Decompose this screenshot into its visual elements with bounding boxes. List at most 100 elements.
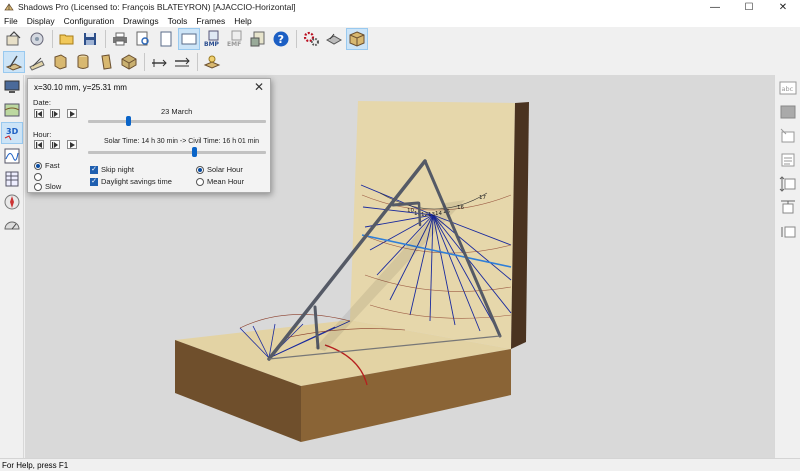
menu-display[interactable]: Display [27,16,55,26]
menu-file[interactable]: File [4,16,18,26]
menu-configuration[interactable]: Configuration [64,16,115,26]
minimize-button[interactable]: — [698,0,732,14]
curves-view-icon [4,148,20,164]
play-icon [70,141,75,148]
date-step-forward-button[interactable] [67,109,77,118]
menu-frames[interactable]: Frames [196,16,225,26]
export-bmp-button[interactable]: BMP [201,28,223,50]
sundial-3d-icon [325,33,343,45]
compass-icon [4,194,20,210]
maximize-button[interactable]: ☐ [732,0,766,14]
status-bar: For Help, press F1 [0,458,800,471]
daylight-savings-label: Daylight savings time [101,177,172,186]
mean-hour-label: Mean Hour [207,177,245,186]
menu-tools[interactable]: Tools [168,16,188,26]
svg-text:abc: abc [782,85,794,93]
3d-view-button[interactable]: 3D [1,122,23,144]
export-emf-icon: EMF [227,30,242,48]
horizontal-dial-button[interactable] [3,51,25,73]
hour-slider-track[interactable] [88,151,266,154]
list-tool-icon [781,153,795,167]
3d-view-icon: 3D [4,127,19,141]
menu-bar: File Display Configuration Drawings Tool… [0,14,800,27]
text-tool-button[interactable]: abc [777,77,799,99]
speed-fast-radio[interactable] [34,162,42,170]
date-slider-thumb[interactable] [126,116,132,126]
fill-tool-icon [780,105,796,119]
mean-hour-radio[interactable] [196,178,204,186]
box-dial-button[interactable] [49,51,71,73]
save-icon [84,33,96,45]
dialog-close-button[interactable]: ✕ [254,80,264,94]
cylinder-dial-icon [77,54,89,69]
daylight-savings-checkbox[interactable]: ✓ [90,178,98,186]
print-icon [113,32,127,46]
delete-tool-button[interactable] [777,125,799,147]
hour-slider-thumb[interactable] [191,147,197,157]
inclined-dial-icon [29,57,45,71]
cursor-coordinates: x=30.10 mm, y=25.31 mm [34,83,127,92]
compass-button[interactable] [1,191,23,213]
page-button[interactable] [155,28,177,50]
monitor-view-icon [4,80,20,93]
polyhedron-icon [121,54,137,70]
protractor-button[interactable] [1,214,23,236]
export-emf-button[interactable]: EMF [224,28,246,50]
monitor-view-button[interactable] [1,76,23,98]
toolbar-separator [105,30,106,48]
menu-drawings[interactable]: Drawings [123,16,158,26]
open-project-button[interactable] [3,28,25,50]
resize-vertical-button[interactable] [777,173,799,195]
date-label: Date: [33,98,51,107]
svg-text:?: ? [278,33,284,46]
resize-frame-button[interactable] [777,197,799,219]
map-view-button[interactable] [1,99,23,121]
page-icon [160,31,172,47]
speed-medium-radio[interactable] [34,173,42,181]
column-dial-button[interactable] [95,51,117,73]
protractor-icon [4,221,20,230]
list-tool-button[interactable] [777,149,799,171]
view-sidebar: 3D [0,75,24,458]
text-tool-icon: abc [779,81,797,95]
hour-step-back-button[interactable] [34,140,44,149]
inclined-dial-button[interactable] [26,51,48,73]
settings-button[interactable] [300,28,322,50]
skip-night-checkbox[interactable]: ✓ [90,166,98,174]
gnomon-length-button[interactable] [148,51,170,73]
date-step-back-button[interactable] [34,109,44,118]
speed-slow-radio[interactable] [34,183,42,191]
fill-tool-button[interactable] [777,101,799,123]
date-play-button[interactable] [50,109,60,118]
hour-play-button[interactable] [50,140,60,149]
help-button[interactable]: ? [270,28,292,50]
update-button[interactable] [247,28,269,50]
cube-button[interactable] [346,28,368,50]
delete-tool-icon [780,128,795,143]
table-view-button[interactable] [1,168,23,190]
polyhedron-button[interactable] [118,51,140,73]
cylinder-dial-button[interactable] [72,51,94,73]
print-button[interactable] [109,28,131,50]
save-button[interactable] [79,28,101,50]
align-icon [781,226,796,238]
close-button[interactable]: ✕ [766,0,800,14]
align-tool-button[interactable] [777,221,799,243]
curves-view-button[interactable] [1,145,23,167]
sun-position-button[interactable] [201,51,223,73]
gnomon-move-button[interactable] [171,51,193,73]
date-slider-track[interactable] [88,120,266,123]
svg-text:BMP: BMP [204,41,220,48]
table-view-icon [5,171,19,187]
open-button[interactable] [56,28,78,50]
print-preview-button[interactable] [132,28,154,50]
wizard-button[interactable] [26,28,48,50]
page-setup-icon [181,33,197,45]
sundial-3d-button[interactable] [323,28,345,50]
toolbar-separator [144,53,145,71]
menu-help[interactable]: Help [234,16,251,26]
date-value: 23 March [161,107,193,116]
page-setup-button[interactable] [178,28,200,50]
solar-hour-radio[interactable] [196,166,204,174]
hour-step-forward-button[interactable] [67,140,77,149]
